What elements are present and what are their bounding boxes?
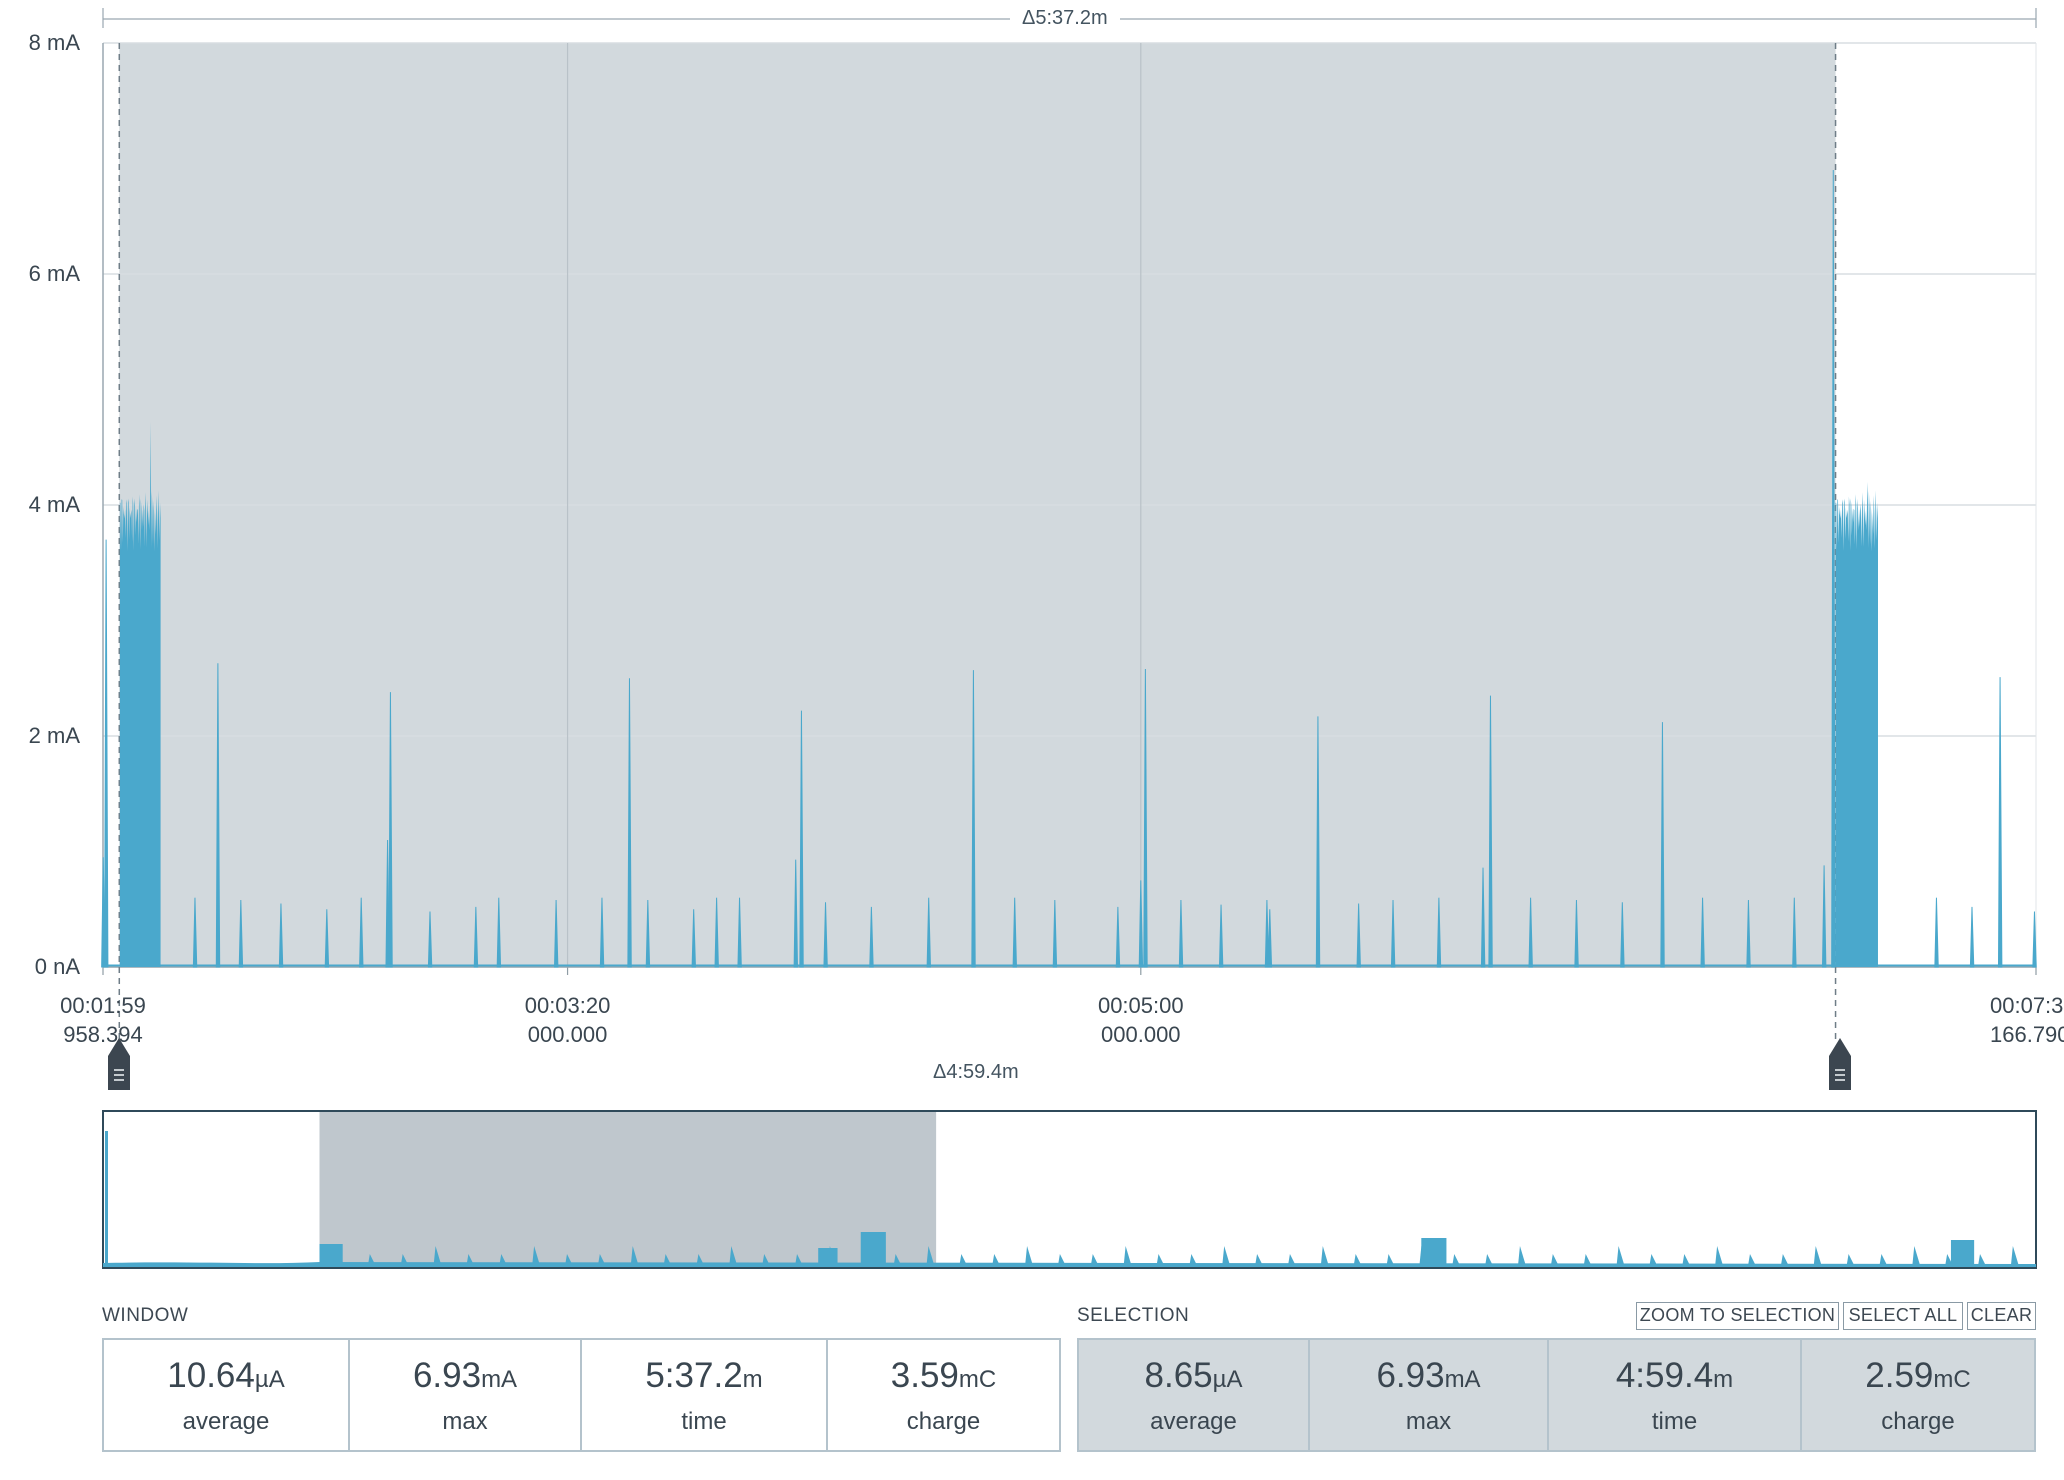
- selection-time-stat: 4:59.4m time: [1549, 1340, 1802, 1450]
- window-time-stat: 5:37.2m time: [582, 1340, 828, 1450]
- stat-unit: mA: [481, 1366, 518, 1393]
- navigator-plot[interactable]: [0, 1100, 2064, 1280]
- window-max-stat: 6.93mA max: [350, 1340, 582, 1450]
- window-charge-stat: 3.59mC charge: [828, 1340, 1059, 1450]
- stat-unit: µA: [1212, 1366, 1243, 1393]
- stat-value: 5:37.2: [645, 1356, 743, 1395]
- trace-spike: [104, 539, 109, 968]
- y-tick-label: 4 mA: [28, 492, 80, 517]
- x-tick-time: 00:05:00: [1097, 993, 1184, 1018]
- x-tick-time: 00:01:59: [60, 993, 146, 1018]
- stat-label: charge: [906, 1408, 981, 1435]
- window-delta-label: Δ5:37.2m: [1010, 6, 1120, 30]
- stat-value: 6.93: [1376, 1356, 1445, 1395]
- navigator-burst: [319, 1244, 343, 1266]
- selection-charge-stat: 2.59mC charge: [1802, 1340, 2034, 1450]
- x-tick-ms: 166.790: [1990, 1022, 2064, 1047]
- x-tick-label: 00:07:36 166.790: [1990, 991, 2064, 1049]
- clear-button[interactable]: CLEAR: [1967, 1302, 2036, 1330]
- select-all-button[interactable]: SELECT ALL: [1843, 1302, 1963, 1330]
- y-tick-label: 2 mA: [28, 723, 80, 748]
- trace-spike: [1934, 897, 1939, 968]
- window-stats: 10.64µA average 6.93mA max 5:37.2m time …: [102, 1338, 1061, 1452]
- stat-value: 4:59.4: [1615, 1356, 1714, 1395]
- selection-start-handle[interactable]: [108, 1038, 130, 1090]
- navigator-spike: [105, 1131, 108, 1267]
- stat-unit: mA: [1444, 1366, 1481, 1393]
- stat-label: average: [1150, 1408, 1237, 1435]
- selection-average-stat: 8.65µA average: [1079, 1340, 1310, 1450]
- selection-end-handle[interactable]: [1829, 1038, 1851, 1090]
- stat-label: max: [442, 1408, 488, 1435]
- x-tick-label: 00:05:00 000.000: [1061, 991, 1221, 1049]
- stat-unit: µA: [254, 1366, 285, 1393]
- trace-spike: [1969, 906, 1975, 968]
- navigator-window: [319, 1112, 937, 1267]
- stat-label: charge: [1881, 1408, 1955, 1435]
- navigator-burst: [1950, 1240, 1975, 1266]
- stat-label: max: [1405, 1408, 1452, 1435]
- stat-unit: m: [1713, 1366, 1734, 1393]
- selection-delta-label: Δ4:59.4m: [921, 1060, 1031, 1084]
- stat-unit: m: [742, 1366, 763, 1393]
- stat-label: time: [681, 1408, 727, 1435]
- stat-value: 10.64: [167, 1356, 255, 1395]
- stat-value: 3.59: [890, 1356, 959, 1395]
- window-average-stat: 10.64µA average: [104, 1340, 350, 1450]
- zoom-to-selection-button[interactable]: ZOOM TO SELECTION: [1636, 1302, 1839, 1330]
- navigator-burst: [818, 1248, 838, 1266]
- y-tick-label: 8 mA: [28, 30, 80, 55]
- x-tick-time: 00:07:36: [1990, 993, 2064, 1018]
- y-tick-label: 0 nA: [34, 954, 80, 979]
- navigator-burst: [860, 1232, 886, 1266]
- x-tick-ms: 958.394: [63, 1022, 143, 1047]
- x-tick-label: 00:03:20 000.000: [488, 991, 648, 1049]
- x-tick-ms: 000.000: [1101, 1022, 1181, 1047]
- trace-spike: [1997, 677, 2003, 968]
- main-chart-plot[interactable]: [0, 0, 2064, 1040]
- window-panel-title: WINDOW: [102, 1305, 189, 1326]
- selection-panel-title: SELECTION: [1077, 1305, 1190, 1326]
- x-tick-ms: 000.000: [527, 1022, 608, 1047]
- y-tick-label: 6 mA: [28, 261, 80, 286]
- stat-unit: mC: [1933, 1366, 1971, 1393]
- trace-burst: [1835, 481, 1878, 967]
- stat-label: time: [1651, 1408, 1698, 1435]
- selection-max-stat: 6.93mA max: [1310, 1340, 1549, 1450]
- main-chart[interactable]: [0, 0, 2064, 1040]
- stat-unit: mC: [958, 1366, 997, 1393]
- navigator-burst: [1421, 1238, 1447, 1266]
- stat-value: 2.59: [1865, 1356, 1934, 1395]
- stat-value: 6.93: [412, 1356, 482, 1395]
- x-tick-time: 00:03:20: [524, 993, 611, 1018]
- selection-stats: 8.65µA average 6.93mA max 4:59.4m time 2…: [1077, 1338, 2036, 1452]
- stat-value: 8.65: [1144, 1356, 1213, 1395]
- x-tick-label: 00:01:59 958.394: [23, 991, 183, 1049]
- navigator[interactable]: [0, 1100, 2064, 1280]
- stat-label: average: [182, 1408, 270, 1435]
